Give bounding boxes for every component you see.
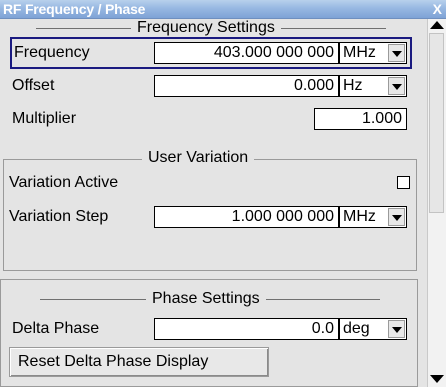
- user-variation-title: User Variation: [142, 149, 255, 167]
- reset-delta-phase-display-button[interactable]: Reset Delta Phase Display: [9, 347, 269, 377]
- close-icon[interactable]: X: [433, 0, 442, 18]
- frequency-settings-title: Frequency Settings: [131, 19, 281, 37]
- chevron-down-icon[interactable]: [388, 208, 405, 226]
- offset-unit-select[interactable]: Hz: [339, 75, 407, 97]
- scroll-down-icon[interactable]: [430, 375, 444, 383]
- delta-phase-input[interactable]: 0.0: [154, 318, 339, 340]
- multiplier-label: Multiplier: [12, 110, 77, 127]
- offset-unit-value: Hz: [343, 77, 363, 94]
- multiplier-input[interactable]: 1.000: [314, 108, 407, 130]
- offset-label: Offset: [12, 77, 55, 94]
- frequency-unit-select[interactable]: MHz: [339, 42, 407, 64]
- chevron-down-icon[interactable]: [388, 44, 405, 62]
- rf-frequency-phase-dialog: RF Frequency / Phase X Frequency Setting…: [0, 0, 446, 387]
- vertical-scrollbar[interactable]: [427, 19, 446, 387]
- offset-input[interactable]: 0.000: [154, 75, 339, 97]
- variation-step-label: Variation Step: [9, 208, 109, 225]
- chevron-down-icon[interactable]: [388, 320, 405, 338]
- frequency-unit-value: MHz: [343, 44, 376, 61]
- scroll-thumb[interactable]: [429, 33, 444, 213]
- variation-active-label: Variation Active: [9, 174, 119, 191]
- phase-settings-title: Phase Settings: [146, 290, 266, 308]
- variation-step-unit-select[interactable]: MHz: [339, 206, 407, 228]
- scroll-up-icon[interactable]: [430, 21, 444, 29]
- variation-step-unit-value: MHz: [343, 208, 376, 225]
- delta-phase-label: Delta Phase: [12, 320, 100, 337]
- variation-active-checkbox[interactable]: [397, 176, 410, 189]
- variation-step-input[interactable]: 1.000 000 000: [154, 206, 339, 228]
- delta-phase-unit-select[interactable]: deg: [339, 318, 407, 340]
- delta-phase-unit-value: deg: [343, 320, 370, 337]
- dialog-title: RF Frequency / Phase: [3, 1, 146, 17]
- title-bar[interactable]: RF Frequency / Phase X: [0, 0, 446, 19]
- frequency-label: Frequency: [14, 44, 90, 61]
- frequency-input[interactable]: 403.000 000 000: [154, 42, 339, 64]
- chevron-down-icon[interactable]: [388, 77, 405, 95]
- dialog-content: Frequency Settings Frequency 403.000 000…: [0, 19, 427, 387]
